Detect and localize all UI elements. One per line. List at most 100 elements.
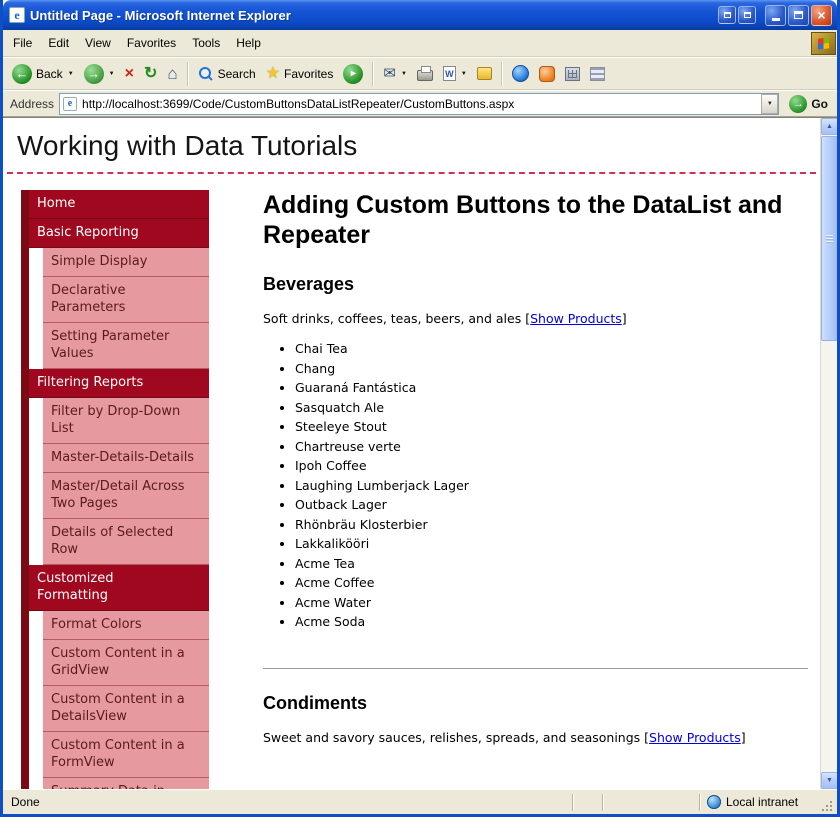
toolbar-separator — [372, 62, 374, 86]
product-item: Rhönbräu Klosterbier — [295, 515, 808, 535]
search-icon — [198, 66, 214, 82]
sidebar-item-filter-by-dropdown-list[interactable]: Filter by Drop-Down List — [43, 398, 209, 444]
forward-dropdown-icon[interactable]: ▼ — [109, 71, 115, 77]
product-item: Guaraná Fantástica — [295, 378, 808, 398]
product-list-beverages: Chai Tea Chang Guaraná Fantástica Sasqua… — [263, 339, 808, 632]
print-button[interactable] — [412, 63, 438, 84]
sidebar-item-basic-reporting[interactable]: Basic Reporting — [29, 219, 209, 248]
sidebar-item-declarative-parameters[interactable]: Declarative Parameters — [43, 277, 209, 323]
vertical-scrollbar[interactable]: ▲ ▼ — [820, 118, 837, 789]
menu-help[interactable]: Help — [228, 32, 269, 54]
titlebar-extra-button-1[interactable] — [718, 6, 736, 24]
window-title: Untitled Page - Microsoft Internet Explo… — [30, 8, 716, 23]
close-button[interactable]: × — [811, 5, 832, 26]
ie-logo-letter: e — [14, 9, 19, 21]
page-favicon: e — [63, 97, 77, 111]
sidebar-item-details-of-selected-row[interactable]: Details of Selected Row — [43, 519, 209, 565]
favorites-label: Favorites — [284, 67, 333, 81]
section-beverages: Beverages Soft drinks, coffees, teas, be… — [263, 274, 808, 632]
minimize-button[interactable] — [765, 5, 786, 26]
refresh-button[interactable]: ↻ — [139, 63, 162, 85]
research-button[interactable] — [560, 64, 585, 84]
edit-dropdown-icon[interactable]: ▼ — [461, 71, 467, 77]
back-button[interactable]: ← Back ▼ — [7, 61, 79, 87]
stop-button[interactable]: × — [120, 63, 139, 85]
address-input[interactable]: e http://localhost:3699/Code/CustomButto… — [59, 93, 779, 115]
research-building-icon — [565, 67, 580, 81]
favorites-button[interactable]: ★ Favorites — [261, 63, 339, 85]
maximize-button[interactable] — [788, 5, 809, 26]
sidebar-item-format-colors[interactable]: Format Colors — [43, 611, 209, 640]
scroll-down-button[interactable]: ▼ — [821, 772, 837, 789]
category-description-beverages: Soft drinks, coffees, teas, beers, and a… — [263, 311, 808, 326]
mail-dropdown-icon[interactable]: ▼ — [401, 71, 407, 77]
discuss-button[interactable] — [472, 64, 497, 83]
search-button[interactable]: Search — [193, 63, 261, 85]
media-button[interactable]: ▸ — [338, 61, 368, 87]
menu-edit[interactable]: Edit — [40, 32, 77, 54]
menu-view[interactable]: View — [77, 32, 119, 54]
menu-bar: File Edit View Favorites Tools Help — [3, 30, 837, 57]
toolbar-separator — [187, 62, 189, 86]
toolbar-grid-button[interactable] — [585, 64, 610, 84]
sidebar-item-custom-content-detailsview[interactable]: Custom Content in a DetailsView — [43, 686, 209, 732]
mail-button[interactable]: ✉ ▼ — [378, 63, 412, 84]
menu-file[interactable]: File — [5, 32, 40, 54]
address-url[interactable]: http://localhost:3699/Code/CustomButtons… — [82, 97, 761, 111]
product-item: Chartreuse verte — [295, 437, 808, 457]
stop-icon: × — [125, 66, 134, 82]
messenger-button[interactable] — [507, 62, 534, 85]
sidebar-item-customized-formatting[interactable]: Customized Formatting — [29, 565, 209, 611]
print-icon — [417, 70, 433, 81]
home-button[interactable]: ⌂ — [162, 62, 182, 85]
titlebar[interactable]: e Untitled Page - Microsoft Internet Exp… — [3, 0, 837, 30]
menu-favorites[interactable]: Favorites — [119, 32, 184, 54]
category-description-condiments: Sweet and savory sauces, relishes, sprea… — [263, 730, 808, 745]
msn-icon — [539, 66, 555, 82]
sidebar-item-summary-data-footer[interactable]: Summary Data in Footer — [43, 778, 209, 789]
favorites-star-icon: ★ — [266, 66, 280, 82]
go-button[interactable]: → Go — [784, 93, 833, 115]
product-item: Chai Tea — [295, 339, 808, 359]
resize-grip[interactable] — [819, 798, 835, 814]
sidebar-item-master-detail-two-pages[interactable]: Master/Detail Across Two Pages — [43, 473, 209, 519]
web-page: Working with Data Tutorials Home Basic R… — [3, 118, 820, 789]
chevron-down-icon: ▼ — [767, 101, 773, 107]
sidebar-item-filtering-reports[interactable]: Filtering Reports — [29, 369, 209, 398]
sidebar-item-master-details-details[interactable]: Master-Details-Details — [43, 444, 209, 473]
word-document-icon: W — [443, 66, 456, 81]
menu-tools[interactable]: Tools — [184, 32, 228, 54]
category-heading-condiments: Condiments — [263, 693, 808, 714]
restore-icon — [724, 12, 731, 18]
refresh-icon: ↻ — [144, 66, 157, 82]
show-products-link-condiments[interactable]: Show Products — [649, 730, 741, 745]
scrollbar-thumb[interactable] — [821, 136, 837, 341]
product-item: Sasquatch Ale — [295, 398, 808, 418]
address-dropdown-button[interactable]: ▼ — [761, 94, 778, 114]
edit-with-word-button[interactable]: W ▼ — [438, 63, 472, 84]
show-products-link-beverages[interactable]: Show Products — [530, 311, 622, 326]
sidebar-item-home[interactable]: Home — [29, 190, 209, 219]
msn-button[interactable] — [534, 63, 560, 85]
product-item: Acme Water — [295, 593, 808, 613]
status-text: Done — [11, 795, 572, 809]
sidebar-item-custom-content-gridview[interactable]: Custom Content in a GridView — [43, 640, 209, 686]
go-arrow-icon: → — [789, 95, 807, 113]
titlebar-extra-button-2[interactable] — [738, 6, 756, 24]
product-item: Acme Coffee — [295, 573, 808, 593]
restore-icon — [744, 12, 751, 18]
scroll-up-button[interactable]: ▲ — [821, 118, 837, 135]
product-item: Steeleye Stout — [295, 417, 808, 437]
product-item: Acme Soda — [295, 612, 808, 632]
home-icon: ⌂ — [167, 65, 177, 82]
back-dropdown-icon[interactable]: ▼ — [68, 71, 74, 77]
zone-label: Local intranet — [726, 795, 798, 809]
sidebar-item-setting-parameter-values[interactable]: Setting Parameter Values — [43, 323, 209, 369]
sidebar-item-custom-content-formview[interactable]: Custom Content in a FormView — [43, 732, 209, 778]
browser-window: e Untitled Page - Microsoft Internet Exp… — [0, 0, 840, 817]
forward-button[interactable]: → ▼ — [79, 61, 120, 87]
windows-logo-throbber — [811, 32, 836, 55]
description-text: Soft drinks, coffees, teas, beers, and a… — [263, 311, 521, 326]
description-text: Sweet and savory sauces, relishes, sprea… — [263, 730, 640, 745]
sidebar-item-simple-display[interactable]: Simple Display — [43, 248, 209, 277]
